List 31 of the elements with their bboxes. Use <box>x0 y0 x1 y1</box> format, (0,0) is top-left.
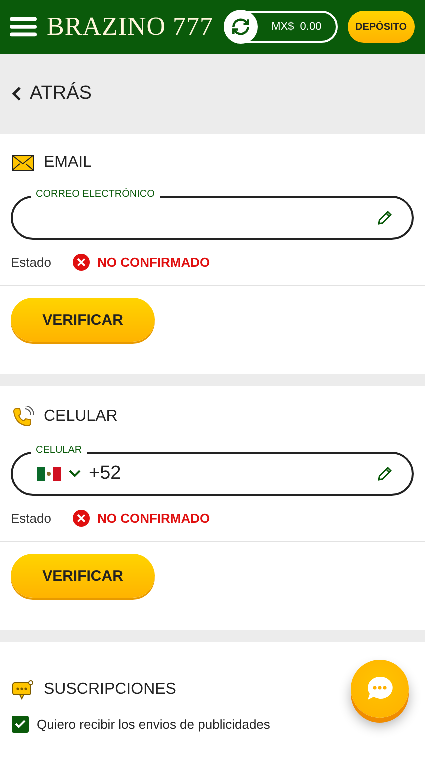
edit-icon[interactable] <box>376 465 394 483</box>
status-label: Estado <box>11 255 52 270</box>
balance-display[interactable]: MX$ 0.00 <box>224 11 338 43</box>
section-title: EMAIL <box>44 154 92 172</box>
balance-amount: MX$ 0.00 <box>272 21 322 33</box>
envelope-icon <box>12 155 34 171</box>
refresh-icon[interactable] <box>230 16 252 38</box>
status-value: NO CONFIRMADO <box>97 255 210 270</box>
back-icon[interactable] <box>12 86 22 102</box>
section-title: SUSCRIPCIONES <box>44 681 176 699</box>
checkbox[interactable] <box>12 716 29 733</box>
checkbox-label: Quiero recibir los envios de publicidades <box>37 717 270 732</box>
edit-icon[interactable] <box>376 209 394 227</box>
status-value: NO CONFIRMADO <box>97 511 210 526</box>
status-label: Estado <box>11 511 52 526</box>
checkmark-icon <box>15 720 26 729</box>
back-link[interactable]: ATRÁS <box>0 54 425 134</box>
phone-icon <box>12 406 34 428</box>
chevron-down-icon[interactable] <box>69 470 81 478</box>
section-title: CELULAR <box>44 408 118 426</box>
error-icon <box>73 254 90 271</box>
verify-button[interactable]: VERIFICAR <box>11 554 155 598</box>
verify-button[interactable]: VERIFICAR <box>11 298 155 342</box>
deposit-button[interactable]: DEPÓSITO <box>348 11 415 43</box>
speech-bubble-icon <box>12 680 34 700</box>
logo[interactable]: BRAZINO 777 <box>47 12 214 42</box>
flag-icon[interactable] <box>37 467 61 481</box>
phone-prefix: +52 <box>89 463 122 485</box>
menu-icon[interactable] <box>10 16 37 38</box>
chat-icon <box>365 675 395 703</box>
error-icon <box>73 510 90 527</box>
